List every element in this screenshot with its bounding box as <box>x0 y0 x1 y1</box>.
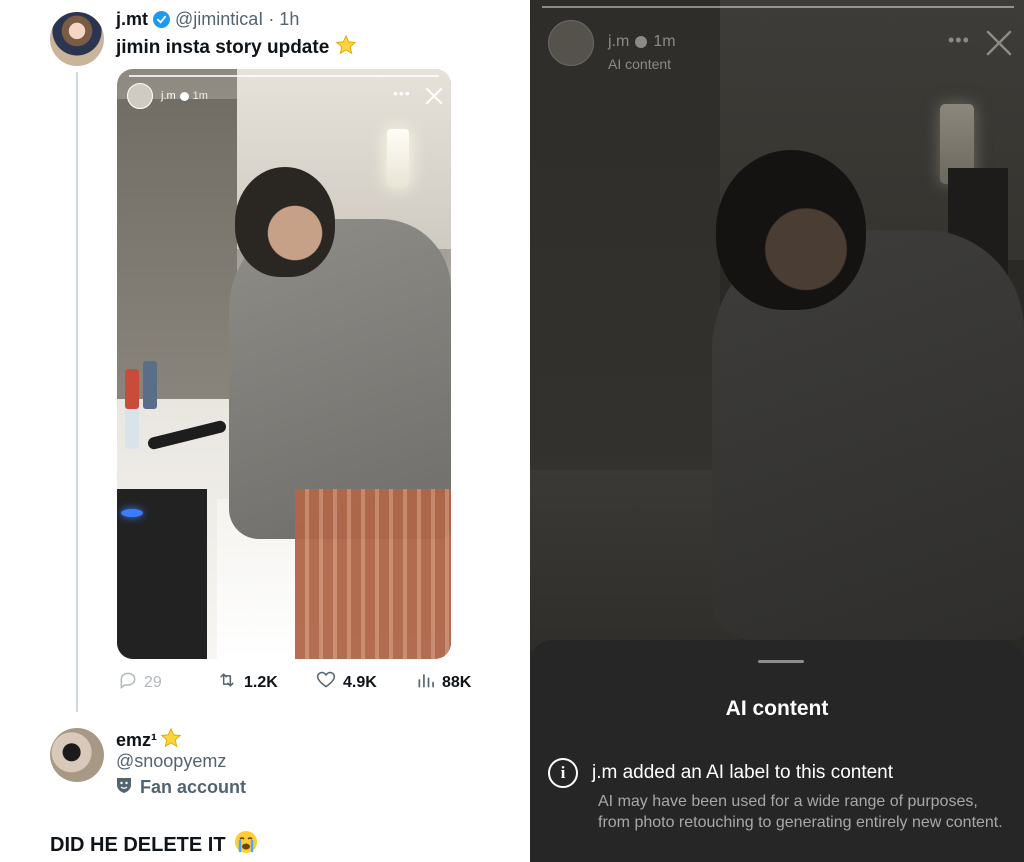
reply-text: DID HE DELETE IT <box>50 830 258 860</box>
tweet-time[interactable]: · 1h <box>268 9 299 30</box>
star-emoji-icon <box>335 34 357 62</box>
story-viewer: j.m 1m AI content ••• AI content i j.m a… <box>530 0 1024 862</box>
like-button[interactable]: 4.9K <box>315 670 377 695</box>
more-dots-icon[interactable]: ••• <box>393 85 411 101</box>
retweet-button[interactable]: 1.2K <box>216 670 278 695</box>
tweet-action-bar: 29 1.2K 4.9K 88K <box>118 670 498 694</box>
reply-icon <box>118 670 138 695</box>
reply-author: emz¹ <box>116 727 182 754</box>
heart-icon <box>315 670 337 695</box>
tweet-text-content: jimin insta story update <box>116 37 330 58</box>
author-handle[interactable]: @jiminticaI <box>175 9 263 30</box>
thread-line <box>76 72 78 712</box>
fan-account-label: Fan account <box>140 777 247 797</box>
story-media[interactable]: j.m 1m ••• <box>117 69 451 659</box>
story-verified-icon <box>635 36 648 48</box>
star-emoji-icon <box>160 727 182 754</box>
info-title: j.m added an AI label to this content <box>592 762 894 783</box>
retweet-icon <box>216 670 238 695</box>
media-bottle <box>125 369 139 409</box>
crying-emoji-icon <box>234 830 258 860</box>
story-bg-head <box>716 150 866 310</box>
like-count: 4.9K <box>343 673 377 691</box>
story-verified-icon <box>179 91 189 101</box>
fan-account-badge: Fan account <box>116 776 246 799</box>
verified-badge-icon <box>153 11 171 28</box>
ai-content-sheet: AI content i j.m added an AI label to th… <box>530 640 1024 862</box>
sheet-title: AI content <box>725 697 829 720</box>
story-progress-bar <box>542 6 1014 8</box>
tweet-header: j.mt @jiminticaI · 1h <box>116 9 299 30</box>
sheet-drag-handle[interactable] <box>758 660 804 663</box>
media-bottle <box>125 409 139 449</box>
views-count: 88K <box>442 673 472 691</box>
reply-handle[interactable]: @snoopyemz <box>116 751 226 772</box>
info-description: AI may have been used for a wide range o… <box>598 793 1003 831</box>
reply-text-content: DID HE DELETE IT <box>50 833 226 856</box>
retweet-count: 1.2K <box>244 673 278 691</box>
reply-author-name[interactable]: emz¹ <box>116 730 157 751</box>
story-user[interactable]: j.m 1m <box>161 90 208 102</box>
info-icon: i <box>548 758 578 788</box>
media-head <box>235 167 335 277</box>
story-username: j.m <box>161 90 176 102</box>
ai-content-label[interactable]: AI content <box>608 56 671 72</box>
more-dots-icon[interactable]: ••• <box>948 30 970 51</box>
author-name[interactable]: j.mt <box>116 9 148 30</box>
story-progress-bar <box>129 75 439 77</box>
story-time: 1m <box>192 90 208 102</box>
media-burner <box>121 509 143 517</box>
story-avatar[interactable] <box>548 20 594 66</box>
story-user[interactable]: j.m 1m <box>608 33 676 51</box>
media-lamp <box>387 129 409 187</box>
tweet-text: jimin insta story update <box>116 34 357 62</box>
author-avatar[interactable] <box>50 12 104 66</box>
views-chart-icon <box>416 670 436 695</box>
close-icon[interactable] <box>425 87 443 105</box>
story-avatar[interactable] <box>127 83 153 109</box>
reply-button[interactable]: 29 <box>118 670 162 695</box>
views-button[interactable]: 88K <box>416 670 471 695</box>
close-icon[interactable] <box>984 28 1014 58</box>
theater-mask-icon <box>116 776 132 799</box>
story-bg-counter <box>530 470 740 650</box>
media-pants <box>295 489 451 659</box>
story-time: 1m <box>653 33 676 50</box>
story-username: j.m <box>608 33 630 50</box>
reply-avatar[interactable] <box>50 728 104 782</box>
reply-count: 29 <box>144 673 162 691</box>
media-bottle <box>143 361 157 409</box>
tweet-panel: j.mt @jiminticaI · 1h jimin insta story … <box>0 0 527 862</box>
info-row: i j.m added an AI label to this content <box>548 758 893 788</box>
